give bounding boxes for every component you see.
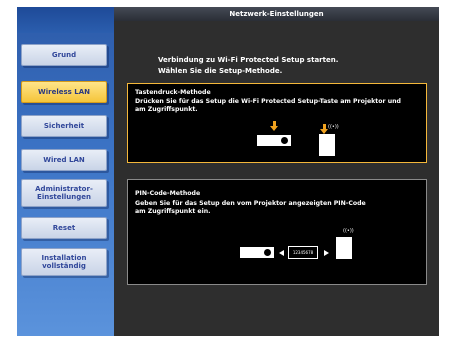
arrow-right-icon [324, 250, 329, 256]
wireless-signal-icon: ((•)) [328, 124, 339, 130]
sidebar-item-reset[interactable]: Reset [21, 217, 107, 239]
intro-line-2: Wählen Sie die Setup-Methode. [158, 67, 283, 75]
projector-menu-screen: Grund Wireless LAN Sicherheit Wired LAN … [17, 7, 439, 336]
projector-icon [257, 135, 291, 146]
option-push-button-method[interactable]: Tastendruck-Methode Drücken Sie für das … [127, 83, 427, 163]
arrow-left-icon [279, 250, 284, 256]
option-description-line-2: am Zugriffspunkt ein. [135, 208, 211, 215]
option-title: PIN-Code-Methode [135, 190, 201, 197]
sidebar-item-grund[interactable]: Grund [21, 44, 107, 66]
main-content: Verbindung zu Wi-Fi Protected Setup star… [114, 21, 439, 336]
sidebar-item-administrator-einstellungen[interactable]: Administrator- Einstellungen [21, 179, 107, 207]
option-description-line-1: Geben Sie für das Setup den vom Projekto… [135, 200, 366, 207]
intro-line-1: Verbindung zu Wi-Fi Protected Setup star… [158, 56, 339, 64]
page-title: Netzwerk-Einstellungen [229, 10, 324, 18]
option-description-line-2: am Zugriffspunkt. [135, 106, 198, 113]
option-pin-code-method[interactable]: PIN-Code-Methode Geben Sie für das Setup… [127, 179, 427, 285]
sidebar-item-wireless-lan[interactable]: Wireless LAN [21, 81, 107, 103]
sidebar-header [17, 7, 114, 33]
pin-code-display: 12345678 [288, 246, 318, 259]
sidebar-item-wired-lan[interactable]: Wired LAN [21, 149, 107, 171]
option-title: Tastendruck-Methode [135, 89, 211, 96]
wireless-signal-icon: ((•)) [343, 228, 354, 234]
sidebar-item-installation-vollstaendig[interactable]: Installation vollständig [21, 248, 107, 276]
option-description-line-1: Drücken Sie für das Setup die Wi-Fi Prot… [135, 98, 401, 105]
access-point-icon [319, 134, 335, 156]
intro-text: Verbindung zu Wi-Fi Protected Setup star… [158, 55, 338, 77]
page-title-bar: Netzwerk-Einstellungen [114, 7, 439, 21]
access-point-icon [336, 237, 352, 259]
sidebar-item-sicherheit[interactable]: Sicherheit [21, 115, 107, 137]
sidebar: Grund Wireless LAN Sicherheit Wired LAN … [17, 7, 114, 336]
projector-icon [240, 247, 274, 258]
